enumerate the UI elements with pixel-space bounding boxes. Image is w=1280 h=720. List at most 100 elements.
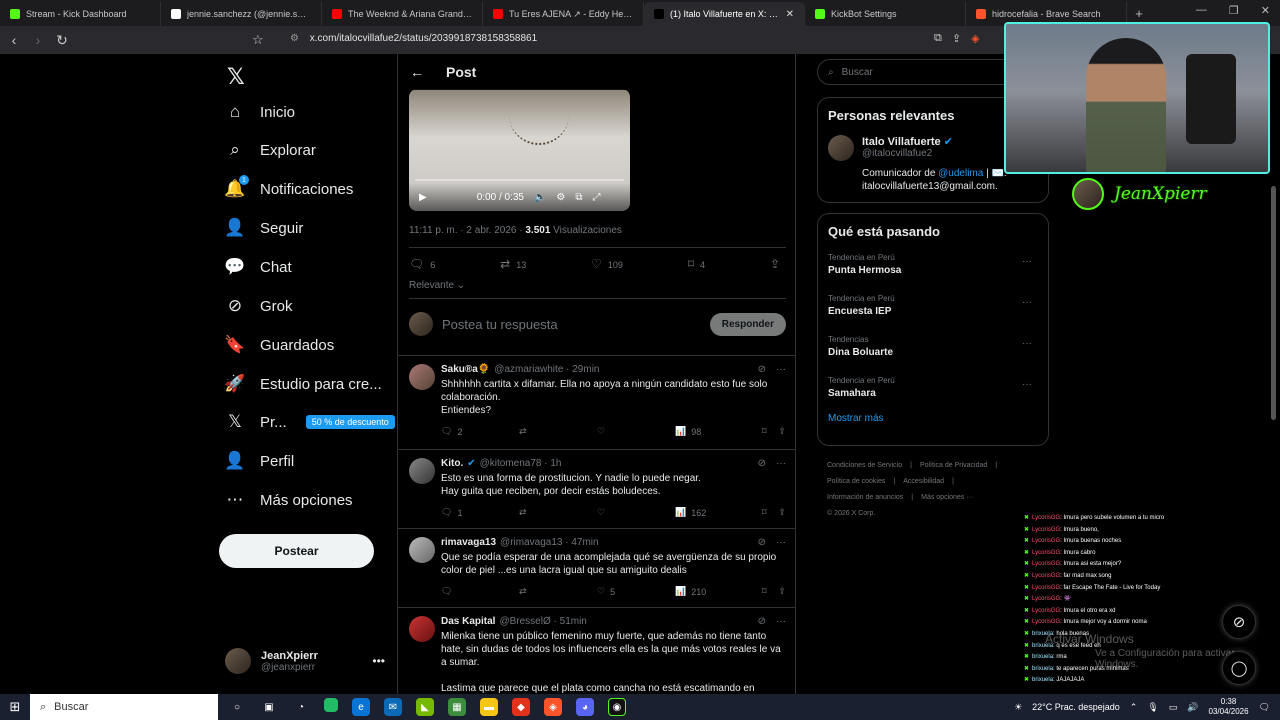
- obs-icon[interactable]: ◉: [608, 698, 626, 716]
- browser-tab[interactable]: Stream - Kick Dashboard: [0, 2, 161, 26]
- more-dots-icon[interactable]: ···: [1022, 297, 1032, 308]
- reply-action[interactable]: 🗨: [441, 586, 519, 597]
- browser-tab[interactable]: jennie.sanchezz (@jennie.sanchezz) |: [161, 2, 322, 26]
- nav-item[interactable]: 𝕏 Pr... 50 % de descuento: [225, 412, 395, 432]
- nvidia-icon[interactable]: ◣: [416, 698, 434, 716]
- browser-tab[interactable]: Tu Eres AJENA ↗ - Eddy Herrera [V: [483, 2, 644, 26]
- nav-item[interactable]: ⋯ Más opciones: [225, 490, 353, 510]
- grok-icon[interactable]: ⊘: [758, 364, 766, 375]
- play-icon[interactable]: ▶: [419, 192, 427, 203]
- clock[interactable]: 0:38 03/04/2026: [1209, 697, 1249, 717]
- nav-item[interactable]: 👤 Seguir: [224, 218, 303, 238]
- reply-input[interactable]: Postea tu respuesta: [442, 317, 701, 332]
- nav-item[interactable]: 🚀 Estudio para cre...: [224, 374, 381, 394]
- bookmark-page-icon[interactable]: ☆: [252, 32, 264, 48]
- reply-tweet[interactable]: Kito. ✔ @kitomena78 · 1h ⊘ ··· Esto es una fo…: [398, 449, 795, 528]
- more-dots-icon[interactable]: ···: [776, 458, 786, 469]
- minimize-icon[interactable]: —: [1196, 4, 1207, 17]
- browser-tab[interactable]: KickBot Settings: [805, 2, 966, 26]
- more-dots-icon[interactable]: •••: [372, 654, 385, 668]
- avatar[interactable]: [409, 616, 435, 642]
- author-name[interactable]: rimavaga13: [441, 537, 496, 548]
- views-action[interactable]: 📊 98: [675, 426, 753, 437]
- store-icon[interactable]: [324, 698, 338, 712]
- author-name[interactable]: Kito.: [441, 458, 463, 469]
- minecraft-icon[interactable]: ▦: [448, 698, 466, 716]
- views-action[interactable]: 📊 210: [675, 586, 753, 597]
- mic-icon[interactable]: 🎙: [1147, 702, 1158, 713]
- edge-icon[interactable]: e: [352, 698, 370, 716]
- more-dots-icon[interactable]: ···: [776, 537, 786, 548]
- repost-action[interactable]: ⇄ 13: [500, 257, 526, 271]
- trend-item[interactable]: Tendencias Dina Boluarte ···: [828, 335, 1038, 358]
- grok-icon[interactable]: ⊘: [758, 616, 766, 627]
- repost-action[interactable]: ⇄: [519, 507, 597, 518]
- grok-icon[interactable]: ⊘: [758, 537, 766, 548]
- avatar[interactable]: [409, 364, 435, 390]
- share-icon[interactable]: ⇪: [778, 426, 786, 437]
- repost-action[interactable]: ⇄: [519, 426, 597, 437]
- app-icon[interactable]: ◔: [292, 698, 310, 716]
- page-scrollbar[interactable]: [1271, 186, 1276, 420]
- messages-floating-button[interactable]: ◯: [1222, 651, 1256, 685]
- author-name[interactable]: Das Kapital: [441, 616, 495, 627]
- trend-item[interactable]: Tendencia en Perú Encuesta IEP ···: [828, 294, 1038, 317]
- nav-item[interactable]: 💬 Chat: [224, 257, 291, 277]
- nav-item[interactable]: ⊘ Grok: [225, 296, 293, 316]
- taskbar-search[interactable]: ⌕ Buscar: [30, 694, 218, 720]
- footer-link[interactable]: Política de Privacidad: [920, 462, 987, 469]
- account-switcher[interactable]: JeanXpierr @jeanxpierr •••: [225, 648, 385, 674]
- grok-icon[interactable]: ⊘: [758, 458, 766, 469]
- volume-icon[interactable]: 🔈: [534, 192, 546, 203]
- more-dots-icon[interactable]: ···: [776, 616, 786, 627]
- show-more-link[interactable]: Mostrar más: [828, 413, 1038, 424]
- fullscreen-icon[interactable]: ⤢: [593, 192, 601, 203]
- settings-icon[interactable]: ⚙: [556, 192, 565, 203]
- back-icon[interactable]: ‹: [4, 32, 24, 48]
- nav-item[interactable]: ⌂ Inicio: [225, 102, 295, 122]
- game-icon[interactable]: ◆: [512, 698, 530, 716]
- sort-replies-dropdown[interactable]: Relevante ⌄: [409, 280, 465, 291]
- author-name[interactable]: Saku®a🌻: [441, 364, 490, 375]
- bio-link[interactable]: @udelima: [938, 168, 983, 179]
- mail-icon[interactable]: ✉: [384, 698, 402, 716]
- more-dots-icon[interactable]: ···: [1022, 256, 1032, 267]
- reply-tweet[interactable]: Saku®a🌻 @azmariawhite · 29min ⊘ ··· Shhhhhh …: [398, 355, 795, 449]
- folder-icon[interactable]: ▬: [480, 698, 498, 716]
- brave-shields-icon[interactable]: ◈: [971, 32, 979, 45]
- like-action[interactable]: ♡ 5: [597, 586, 675, 597]
- nav-item[interactable]: 🔔 1 Notificaciones: [224, 175, 353, 199]
- more-dots-icon[interactable]: ···: [1022, 338, 1032, 349]
- tab-close-icon[interactable]: ✕: [786, 9, 794, 20]
- reply-tweet[interactable]: Das Kapital @BresselØ · 51min ⊘ ··· Milenka …: [398, 607, 795, 694]
- pip-icon[interactable]: ⧉: [575, 192, 582, 203]
- footer-link[interactable]: Condiciones de Servicio: [827, 462, 902, 469]
- footer-link[interactable]: Política de cookies: [827, 478, 885, 485]
- nav-item[interactable]: 🔖 Guardados: [224, 335, 334, 355]
- reply-action[interactable]: 🗨 2: [441, 426, 519, 437]
- footer-link[interactable]: © 2026 X Corp.: [827, 510, 875, 517]
- open-external-icon[interactable]: ⧉: [934, 32, 942, 45]
- footer-link[interactable]: Accesibilidad: [903, 478, 944, 485]
- like-action[interactable]: ♡ 109: [591, 257, 623, 271]
- views-action[interactable]: 📊 162: [675, 507, 753, 518]
- video-player[interactable]: ▶ 0:00 / 0:35 🔈 ⚙ ⧉ ⤢: [409, 89, 630, 211]
- like-action[interactable]: ♡: [597, 426, 675, 437]
- more-dots-icon[interactable]: ···: [776, 364, 786, 375]
- repost-action[interactable]: ⇄: [519, 586, 597, 597]
- reply-button[interactable]: Responder: [709, 312, 786, 336]
- windows-start-icon[interactable]: ⊞: [0, 699, 30, 715]
- browser-tab[interactable]: (1) Italo Villafuerte en X: "Milenk ✕: [644, 2, 805, 26]
- x-logo-icon[interactable]: 𝕏: [227, 64, 245, 90]
- video-progress-bar[interactable]: [415, 179, 624, 181]
- url-field[interactable]: ⚙ x.com/italocvillafue2/status/203991873…: [290, 33, 537, 44]
- task-view-icon[interactable]: ○: [228, 698, 246, 716]
- like-action[interactable]: ♡: [597, 507, 675, 518]
- more-dots-icon[interactable]: ···: [1022, 379, 1032, 390]
- share-icon[interactable]: ⇪: [778, 507, 786, 518]
- notifications-icon[interactable]: 🗨: [1259, 702, 1270, 713]
- multitask-icon[interactable]: ▣: [260, 698, 278, 716]
- browser-tab[interactable]: The Weeknd & Ariana Grande - Save: [322, 2, 483, 26]
- site-info-icon[interactable]: ⚙: [290, 33, 299, 44]
- restore-icon[interactable]: ❐: [1229, 4, 1239, 17]
